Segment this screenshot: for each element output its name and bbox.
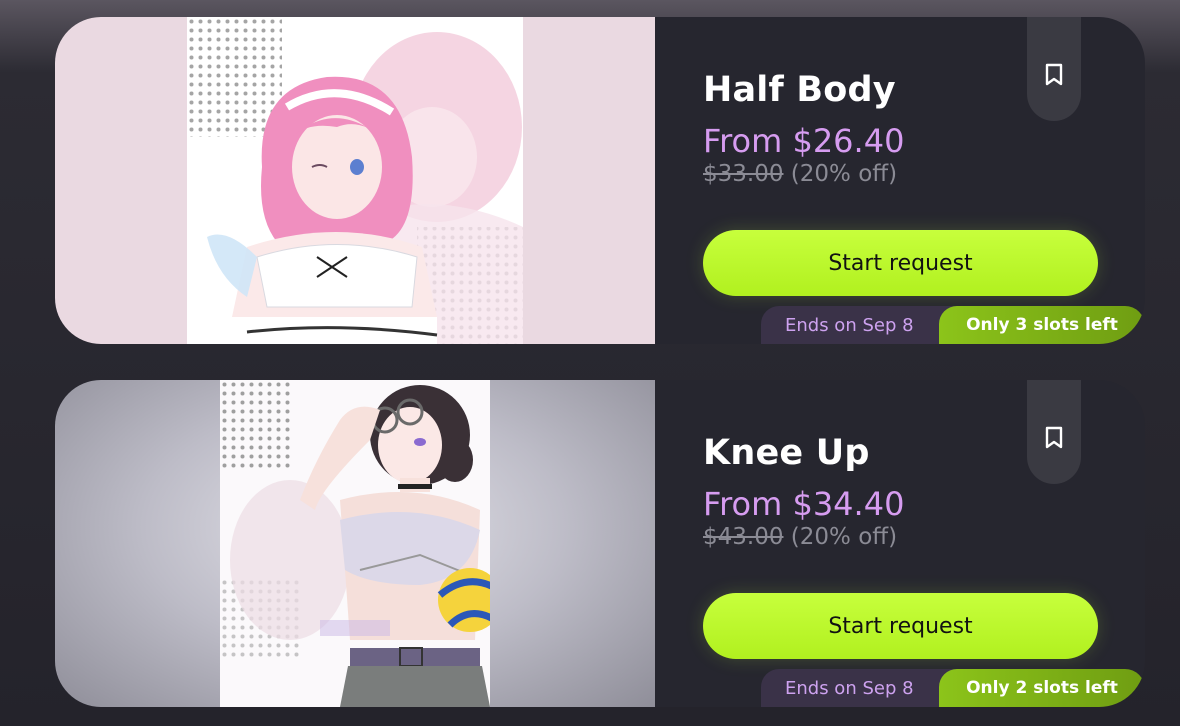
listing-card-knee-up[interactable]: Knee Up From $34.40 $43.00 (20% off) Sta… xyxy=(55,380,1145,707)
listing-title: Half Body xyxy=(703,70,896,110)
artwork-image xyxy=(187,17,523,344)
artwork-image xyxy=(220,380,490,707)
discount-label: (20% off) xyxy=(790,524,898,550)
slots-left-badge: Only 2 slots left xyxy=(939,669,1145,707)
discount-label: (20% off) xyxy=(790,161,898,187)
original-price: $43.00 xyxy=(703,524,784,550)
artwork-panel xyxy=(55,17,655,344)
listing-title: Knee Up xyxy=(703,433,870,473)
listing-info: Knee Up From $34.40 $43.00 (20% off) Sta… xyxy=(655,380,1145,707)
original-price-row: $33.00 (20% off) xyxy=(703,161,897,187)
start-request-button[interactable]: Start request xyxy=(703,230,1098,296)
original-price: $33.00 xyxy=(703,161,784,187)
bookmark-button[interactable] xyxy=(1027,17,1081,121)
original-price-row: $43.00 (20% off) xyxy=(703,524,897,550)
bookmark-icon xyxy=(1045,63,1063,91)
artwork-panel xyxy=(55,380,655,707)
start-request-button[interactable]: Start request xyxy=(703,593,1098,659)
bookmark-icon xyxy=(1045,426,1063,454)
listing-price: From $34.40 xyxy=(703,485,905,523)
listing-price: From $26.40 xyxy=(703,122,905,160)
bookmark-button[interactable] xyxy=(1027,380,1081,484)
slots-left-badge: Only 3 slots left xyxy=(939,306,1145,344)
listing-info: Half Body From $26.40 $33.00 (20% off) S… xyxy=(655,17,1145,344)
ends-date-badge: Ends on Sep 8 xyxy=(761,306,961,344)
listing-card-half-body[interactable]: Half Body From $26.40 $33.00 (20% off) S… xyxy=(55,17,1145,344)
ends-date-badge: Ends on Sep 8 xyxy=(761,669,961,707)
